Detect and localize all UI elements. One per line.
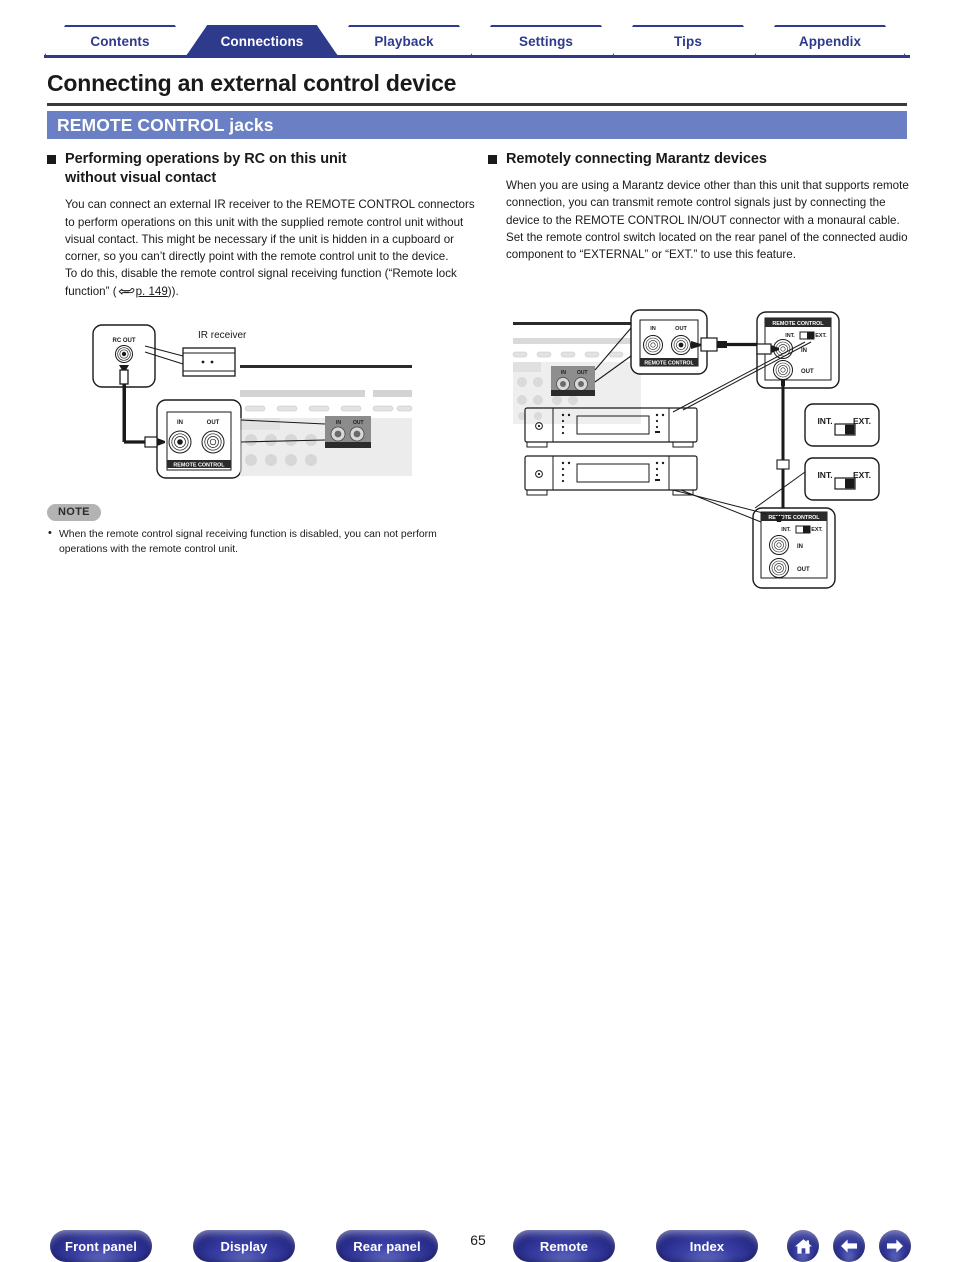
left-subheading-line1: Performing operations by RC on this unit [65, 151, 347, 167]
svg-text:OUT: OUT [577, 370, 588, 376]
switch-ext-label-1: EXT. [853, 416, 871, 426]
left-paragraph-2-post: )). [167, 284, 179, 298]
page-number: 65 [470, 1232, 486, 1248]
note-text: When the remote control signal receiving… [47, 526, 477, 557]
nav-front-panel-button[interactable]: Front panel [50, 1230, 152, 1262]
arrow-left-icon[interactable] [833, 1230, 865, 1262]
svg-text:IN: IN [336, 420, 341, 426]
unit-out-label: OUT [675, 326, 687, 332]
bottom-nav: Front panel Display Rear panel 65 Remote… [0, 612, 954, 1262]
left-subheading: Performing operations by RC on this unit… [47, 150, 477, 188]
jack-out-label: OUT [207, 420, 220, 426]
nav-index-button[interactable]: Index [656, 1230, 758, 1262]
svg-text:IN: IN [561, 370, 566, 376]
unit-in-label: IN [650, 326, 656, 332]
right-paragraph-1: When you are using a Marantz device othe… [506, 179, 909, 227]
nav-display-button[interactable]: Display [193, 1230, 295, 1262]
ir-receiver-label: IR receiver [198, 330, 247, 341]
rc-out-label: RC OUT [113, 338, 136, 344]
section-header: REMOTE CONTROL jacks [47, 111, 907, 139]
svg-text:IN: IN [797, 544, 803, 550]
device-switch-int-label: INT. [785, 333, 795, 339]
left-diagram: RC OUT IR receiver IN OUT REMOTE CONTROL… [85, 320, 425, 490]
note-box: NOTE When the remote control signal rece… [47, 502, 477, 557]
home-icon[interactable] [787, 1230, 819, 1262]
tab-settings[interactable]: Settings [470, 25, 622, 56]
title-divider [47, 103, 907, 106]
nav-rear-panel-button[interactable]: Rear panel [336, 1230, 438, 1262]
tab-playback[interactable]: Playback [328, 25, 480, 56]
right-body: When you are using a Marantz device othe… [488, 177, 913, 263]
jack-panel-label: REMOTE CONTROL [173, 463, 225, 469]
jack-in-label: IN [177, 420, 183, 426]
tab-bar-rule [44, 55, 910, 58]
square-bullet-icon [47, 155, 56, 164]
device-panel-label: REMOTE CONTROL [772, 321, 824, 327]
right-column: Remotely connecting Marantz devices When… [488, 150, 913, 263]
right-subheading-text: Remotely connecting Marantz devices [506, 151, 767, 167]
right-paragraph-2: Set the remote control switch located on… [506, 230, 908, 262]
switch-int-label-1: INT. [817, 416, 832, 426]
left-paragraph-2: To do this, disable the remote control s… [65, 265, 477, 302]
tab-contents[interactable]: Contents [44, 25, 196, 56]
tab-bar: Contents Connections Playback Settings T… [0, 0, 954, 58]
pointing-hand-icon [118, 285, 135, 302]
page-reference-link[interactable]: p. 149 [136, 285, 168, 298]
nav-remote-button[interactable]: Remote [513, 1230, 615, 1262]
switch-int-label-2: INT. [817, 470, 832, 480]
square-bullet-icon [488, 155, 497, 164]
device-in-label: IN [801, 348, 807, 354]
right-diagram: IN OUT IN OUT REMOTE CONTROL REMOTE CONT… [505, 300, 905, 605]
device-out-label: OUT [801, 369, 814, 375]
left-subheading-line2: without visual contact [65, 170, 217, 187]
note-badge: NOTE [47, 503, 101, 521]
page-title: Connecting an external control device [47, 70, 457, 96]
svg-text:EXT.: EXT. [811, 527, 823, 533]
unit-panel-label: REMOTE CONTROL [644, 361, 694, 367]
switch-ext-label-2: EXT. [853, 470, 871, 480]
left-body: You can connect an external IR receiver … [47, 196, 477, 302]
left-paragraph-1: You can connect an external IR receiver … [65, 198, 475, 264]
right-subheading: Remotely connecting Marantz devices [488, 150, 913, 169]
svg-text:INT.: INT. [781, 527, 791, 533]
device-switch-ext-label: EXT. [815, 333, 827, 339]
left-column: Performing operations by RC on this unit… [47, 150, 477, 302]
tab-tips[interactable]: Tips [612, 25, 764, 56]
tab-appendix[interactable]: Appendix [754, 25, 906, 56]
arrow-right-icon[interactable] [879, 1230, 911, 1262]
svg-text:OUT: OUT [353, 420, 364, 426]
tab-connections[interactable]: Connections [186, 25, 338, 56]
svg-text:OUT: OUT [797, 567, 810, 573]
